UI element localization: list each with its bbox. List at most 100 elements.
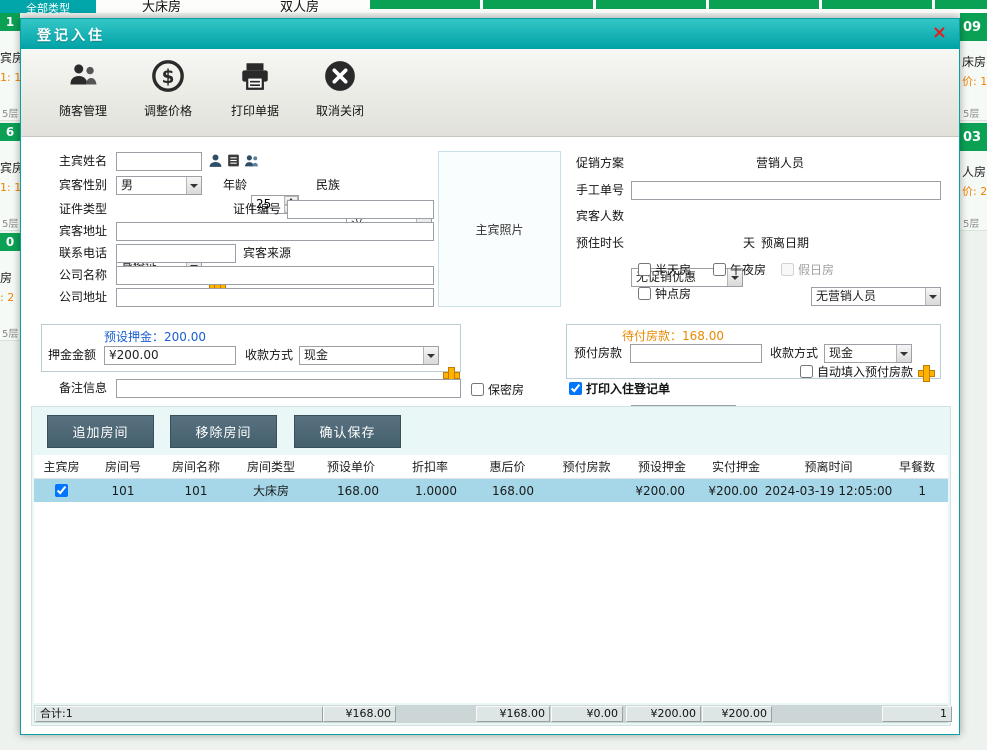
guest-lookup-icon[interactable] — [208, 153, 223, 172]
cell-discount: 1.0000 — [395, 479, 465, 502]
deposit-method-select[interactable]: 现金 — [299, 346, 439, 365]
room-table: 主宾房 房间号 房间名称 房间类型 预设单价 折扣率 惠后价 预付房款 预设押金… — [34, 455, 948, 703]
svg-text:$: $ — [162, 67, 175, 88]
deposit-method-label: 收款方式 — [245, 346, 293, 365]
checkbox[interactable] — [713, 263, 726, 276]
room-tile[interactable]: 09 床房 价: 1 5层 — [960, 13, 987, 121]
room-table-panel: 追加房间 移除房间 确认保存 主宾房 房间号 房间名称 房间类型 预设单价 折扣… — [31, 406, 951, 726]
deposit-amount-input[interactable]: ¥200.00 — [104, 346, 236, 365]
col-header[interactable]: 房间名称 — [157, 455, 235, 478]
checkbox[interactable] — [471, 383, 484, 396]
col-header[interactable]: 预设单价 — [307, 455, 395, 478]
col-header[interactable]: 惠后价 — [465, 455, 550, 478]
confirm-save-button[interactable]: 确认保存 — [294, 415, 401, 448]
duration-unit-label: 天 — [743, 234, 755, 253]
dollar-circle-icon: $ — [151, 59, 185, 97]
remark-input[interactable] — [116, 379, 461, 398]
cancel-close-button[interactable]: 取消关闭 — [300, 59, 380, 129]
midnight-checkbox[interactable]: 午夜房 — [713, 261, 766, 278]
col-header[interactable]: 房间号 — [89, 455, 157, 478]
prepay-input[interactable] — [630, 344, 762, 363]
remove-room-button[interactable]: 移除房间 — [170, 415, 277, 448]
adjust-price-button[interactable]: $ 调整价格 — [128, 59, 208, 129]
id-no-input[interactable] — [287, 200, 434, 219]
tab-all-room-types[interactable]: 全部类型 — [0, 0, 96, 13]
chevron-down-icon[interactable] — [896, 345, 911, 362]
hourly-checkbox[interactable]: 钟点房 — [638, 285, 691, 302]
room-grid-sliver — [483, 0, 593, 9]
companion-add-icon[interactable] — [244, 153, 259, 172]
room-tile[interactable]: 03 人房 价: 2 5层 — [960, 123, 987, 231]
autofill-prepay-checkbox[interactable]: 自动填入预付房款 — [800, 363, 913, 380]
ethnic-label: 民族 — [316, 176, 340, 195]
room-price: 价: 1 — [962, 73, 987, 89]
checkbox[interactable] — [569, 382, 582, 395]
footer-paid-deposit: ¥200.00 — [702, 706, 772, 722]
add-prepay-method-icon[interactable] — [918, 365, 933, 380]
phone-input[interactable] — [116, 244, 236, 263]
col-header[interactable]: 实付押金 — [701, 455, 771, 478]
prepay-method-value: 现金 — [829, 346, 853, 360]
chevron-down-icon[interactable] — [186, 177, 201, 194]
room-type: 人房 — [962, 163, 986, 180]
cell-room-no: 101 — [89, 479, 157, 502]
history-book-icon[interactable] — [226, 153, 241, 172]
guest-address-label: 宾客地址 — [59, 222, 107, 241]
tab-big-bed-room[interactable]: 大床房 — [142, 0, 181, 13]
checkbox[interactable] — [800, 365, 813, 378]
half-day-checkbox[interactable]: 半天房 — [638, 261, 691, 278]
col-header[interactable]: 早餐数 — [886, 455, 948, 478]
marketer-select[interactable]: 无营销人员 — [811, 287, 941, 306]
col-header[interactable]: 主宾房 — [34, 455, 89, 478]
people-icon — [66, 59, 100, 97]
footer-total: 合计:1 — [35, 706, 323, 722]
company-address-input[interactable] — [116, 288, 434, 307]
add-room-button[interactable]: 追加房间 — [47, 415, 154, 448]
guest-name-input[interactable] — [116, 152, 202, 171]
secret-room-checkbox[interactable]: 保密房 — [471, 381, 524, 398]
cell-room-type: 大床房 — [235, 479, 307, 502]
room-type: 房 — [0, 269, 12, 286]
guest-address-input[interactable] — [116, 222, 434, 241]
checkin-dialog: 登记入住 × 随客管理 $ 调整价格 — [20, 18, 960, 735]
close-icon[interactable]: × — [932, 23, 947, 43]
button-label: 移除房间 — [195, 422, 251, 441]
prepay-method-select[interactable]: 现金 — [824, 344, 912, 363]
table-row[interactable]: 101 101 大床房 168.00 1.0000 168.00 ¥200.00… — [34, 479, 948, 502]
footer-breakfast: 1 — [882, 706, 952, 722]
guest-photo-label: 主宾照片 — [475, 221, 523, 238]
main-guest-checkbox[interactable] — [55, 484, 68, 497]
companion-manage-button[interactable]: 随客管理 — [43, 59, 123, 129]
company-input[interactable] — [116, 266, 434, 285]
depart-date-label: 预离日期 — [761, 234, 809, 253]
print-registration-label: 打印入住登记单 — [586, 380, 670, 397]
print-receipt-button[interactable]: 打印单据 — [215, 59, 295, 129]
age-label: 年龄 — [223, 176, 247, 195]
print-registration-checkbox[interactable]: 打印入住登记单 — [569, 380, 670, 397]
checkbox[interactable] — [638, 263, 651, 276]
chevron-down-icon[interactable] — [423, 347, 438, 364]
col-header[interactable]: 折扣率 — [395, 455, 465, 478]
room-tile[interactable]: 0 房 : 2 5层 — [0, 233, 20, 341]
dialog-titlebar[interactable]: 登记入住 × — [21, 19, 959, 49]
col-header[interactable]: 预设押金 — [623, 455, 701, 478]
room-tile[interactable]: 1 宾房 1: 1 5层 — [0, 13, 20, 121]
checkbox[interactable] — [638, 287, 651, 300]
gender-select[interactable]: 男 — [116, 176, 202, 195]
col-header[interactable]: 房间类型 — [235, 455, 307, 478]
room-price: 1: 1 — [0, 71, 21, 84]
guest-photo-box[interactable]: 主宾照片 — [438, 151, 561, 307]
manual-no-input[interactable] — [631, 181, 941, 200]
room-grid-sliver — [709, 0, 819, 9]
table-footer-bar: 合计:1 ¥168.00 ¥168.00 ¥0.00 ¥200.00 ¥200.… — [34, 705, 948, 723]
col-header[interactable]: 预付房款 — [550, 455, 623, 478]
room-tile[interactable]: 6 宾房 1: 1 5层 — [0, 123, 20, 231]
room-price: : 2 — [0, 291, 14, 304]
chevron-down-icon[interactable] — [925, 288, 940, 305]
guest-count-label: 宾客人数 — [576, 207, 624, 226]
toolbar-button-label: 随客管理 — [59, 102, 107, 119]
marketer-label: 营销人员 — [756, 154, 804, 173]
tab-double-room[interactable]: 双人房 — [280, 0, 319, 13]
room-floor: 5层 — [963, 215, 979, 230]
col-header[interactable]: 预离时间 — [771, 455, 886, 478]
